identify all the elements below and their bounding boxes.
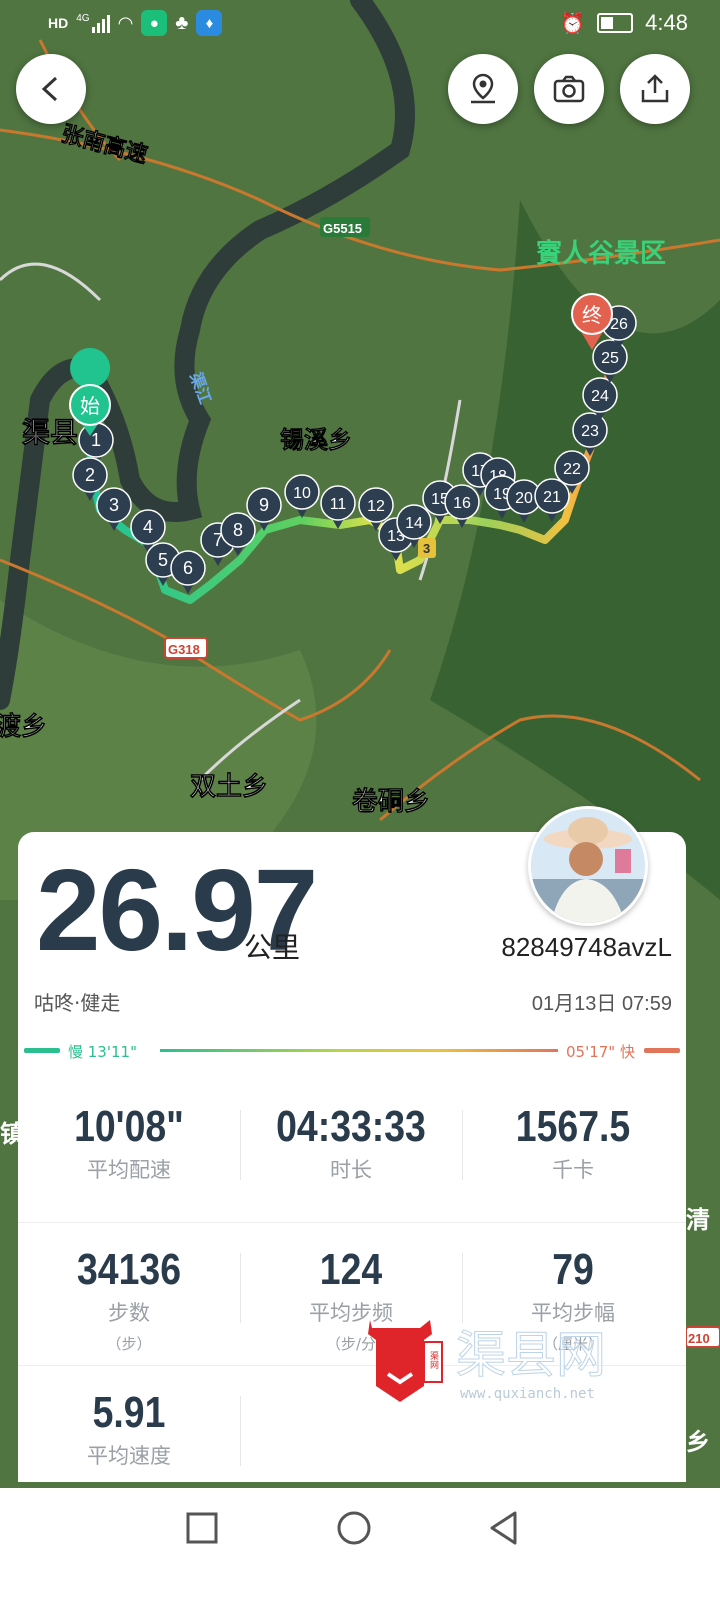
recent-apps-icon[interactable] [182,1508,222,1548]
svg-text:5: 5 [158,550,168,570]
alarm-icon: ⏰ [560,12,586,35]
user-id: 82849748avzL [501,932,672,962]
svg-text:21: 21 [543,489,561,506]
svg-text:终: 终 [582,303,602,327]
distance-unit: 公里 [244,931,301,964]
map-label-scenic: 賨人谷景区 [536,238,666,268]
pace-slow-label: 慢 13'11" [68,1043,137,1061]
battery-icon [597,13,634,33]
watermark-text: 渠县网 [456,1326,606,1384]
stat-avg-pace: 10'08" 平均配速 [74,1102,184,1182]
map-edge-label-3: 210 [688,1331,710,1346]
map-label-shuangtu: 双土乡 [190,771,268,801]
stat-avg-speed: 5.91 平均速度 [87,1388,171,1468]
map-label-dudu: 渡乡 [0,711,47,741]
svg-text:2: 2 [85,465,95,485]
home-icon[interactable] [334,1508,374,1548]
camera-icon [553,75,585,103]
stat-duration: 04:33:33 时长 [276,1102,426,1182]
stats-grid: 10'08" 平均配速 04:33:33 时长 1567.5 千卡 34136 步数 （步… [18,1080,686,1482]
signal-4g-icon: 4G [76,13,110,33]
watermark: 渠网 渠县网 www.quxianch.net [368,1320,607,1402]
qq-icon: ♣ [175,11,189,34]
map-edge-label-4: 乡 [686,1429,710,1456]
green-app-icon: ● [141,10,168,36]
activity-datetime: 01月13日 07:59 [531,993,672,1015]
road-sign-g318: G318 [168,642,200,657]
svg-text:23: 23 [581,423,599,440]
stat-steps: 34136 步数 （步） [76,1245,181,1353]
share-button[interactable] [620,54,690,124]
road-sign-3: 3 [423,541,430,556]
map-edge-label-2: 清 [686,1207,710,1234]
map-label-xixi: 锡溪乡 [280,427,352,454]
back-button[interactable] [16,54,86,124]
wifi-icon: ◠ [117,12,134,33]
share-icon [641,74,669,103]
map-label-county: 渠县 [22,417,78,448]
watermark-url: www.quxianch.net [460,1386,595,1402]
svg-text:11: 11 [330,496,347,513]
svg-text:25: 25 [601,350,619,367]
svg-text:始: 始 [80,394,100,418]
svg-text:9: 9 [259,495,269,515]
svg-text:渠网: 渠网 [428,1350,439,1370]
map-label-juantong: 卷硐乡 [352,786,430,816]
svg-text:16: 16 [453,495,471,512]
lightbulb-app-icon: ♦ [196,10,223,36]
hd-icon: HD [48,15,69,31]
svg-text:3: 3 [109,495,119,515]
svg-text:20: 20 [515,490,533,507]
svg-text:8: 8 [233,520,243,540]
location-button[interactable] [448,54,518,124]
stat-calories: 1567.5 千卡 [515,1102,631,1182]
chevron-left-icon [41,76,58,102]
status-bar: HD 4G ◠ ● ♣ ♦ ⏰ 4:48 [0,0,720,50]
svg-text:6: 6 [183,558,193,578]
svg-text:12: 12 [367,498,385,515]
system-nav-bar [0,1488,720,1600]
activity-type: 咕咚·健走 [34,991,121,1015]
svg-text:4: 4 [143,517,153,537]
clock-time: 4:48 [645,10,688,35]
stats-row: 10'08" 平均配速 04:33:33 时长 1567.5 千卡 [18,1080,686,1222]
location-pin-icon [471,73,495,104]
watermark-logo-icon: 渠网 [368,1320,443,1402]
svg-text:10: 10 [293,485,311,502]
avatar[interactable] [528,806,648,926]
pace-fast-label: 05'17" 快 [566,1043,635,1061]
back-triangle-icon[interactable] [484,1508,524,1548]
camera-button[interactable] [534,54,604,124]
svg-text:26: 26 [610,316,628,333]
svg-text:1: 1 [91,430,101,450]
svg-text:14: 14 [405,515,423,532]
svg-text:22: 22 [563,461,581,478]
road-sign-g5515: G5515 [323,221,362,236]
svg-text:24: 24 [591,388,609,405]
pace-legend: 慢 13'11" 05'17" 快 [24,1043,680,1061]
